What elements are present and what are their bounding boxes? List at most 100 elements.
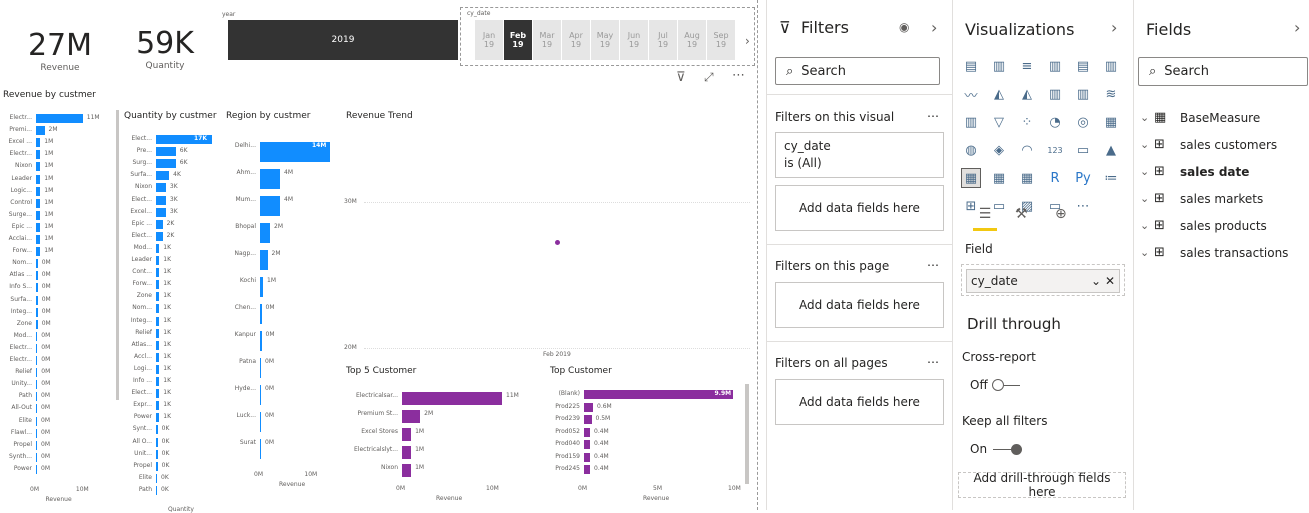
bar[interactable] xyxy=(36,222,41,232)
multi-row-card-icon[interactable]: ▭ xyxy=(1073,140,1093,160)
bar[interactable] xyxy=(260,439,261,459)
top-customer-chart[interactable]: (Blank) 9.9M Prod225 0.6M Prod239 0.5M Prod052… xyxy=(546,386,750,506)
chevron-right-icon[interactable]: › xyxy=(931,18,937,37)
area-chart-icon[interactable]: ◭ xyxy=(989,84,1009,104)
bar[interactable] xyxy=(156,268,160,278)
bar[interactable] xyxy=(36,392,37,402)
line-clustered-column-chart-icon[interactable]: ▥ xyxy=(1073,84,1093,104)
bar[interactable] xyxy=(156,243,160,253)
bar[interactable] xyxy=(36,283,38,293)
bar[interactable] xyxy=(36,271,38,281)
key-influencers-icon[interactable]: ≔ xyxy=(1101,168,1121,188)
bar[interactable] xyxy=(156,449,158,459)
bar[interactable] xyxy=(156,401,160,411)
scatter-chart-icon[interactable]: ⁘ xyxy=(1017,112,1037,132)
field-table-sales-customers[interactable]: ⌄ ⊞ sales customers xyxy=(1140,131,1308,158)
bar[interactable] xyxy=(36,440,37,450)
keep-filters-toggle[interactable]: On xyxy=(970,442,1023,456)
bar[interactable] xyxy=(36,259,38,269)
chevron-down-icon[interactable]: ⌄ xyxy=(1140,138,1154,151)
chevron-down-icon[interactable]: ⌄ xyxy=(1091,274,1101,288)
bar[interactable] xyxy=(156,437,158,447)
bar[interactable] xyxy=(36,186,41,196)
bar[interactable] xyxy=(584,390,733,399)
card-icon[interactable]: 123 xyxy=(1045,140,1065,160)
bar[interactable] xyxy=(156,256,160,265)
month-tile-jun[interactable]: Jun 19 xyxy=(620,20,648,60)
bar[interactable] xyxy=(36,138,41,148)
bar[interactable] xyxy=(402,392,502,405)
bar[interactable] xyxy=(156,328,160,338)
pie-chart-icon[interactable]: ◔ xyxy=(1045,112,1065,132)
bar[interactable] xyxy=(260,223,270,243)
bar[interactable] xyxy=(402,410,421,423)
add-page-fields-dropzone[interactable]: Add data fields here xyxy=(775,282,944,328)
bar[interactable] xyxy=(36,428,37,438)
bar[interactable] xyxy=(36,404,37,414)
bar[interactable] xyxy=(36,464,37,474)
fields-search-input[interactable]: ⌕ Search xyxy=(1138,57,1308,86)
treemap-icon[interactable]: ▦ xyxy=(1101,112,1121,132)
bar[interactable] xyxy=(156,292,160,302)
quantity-by-customer-chart[interactable]: Elect... 17K Pre... 6K Surg... 6K Surfa... 4K Ni… xyxy=(120,126,220,513)
bar[interactable] xyxy=(36,162,41,172)
chevron-down-icon[interactable]: ⌄ xyxy=(1140,192,1154,205)
filled-map-icon[interactable]: ◈ xyxy=(989,140,1009,160)
revenue-by-customer-chart[interactable]: Electr... 11M Premi... 2M Excel ... 1M Electr.… xyxy=(0,104,114,504)
bar[interactable] xyxy=(36,174,41,184)
month-tile-mar[interactable]: Mar 19 xyxy=(533,20,561,60)
format-paint-roller-icon[interactable]: ⚒ xyxy=(1015,206,1028,222)
bar[interactable] xyxy=(260,412,261,432)
fields-tab-icon[interactable]: ☰ xyxy=(973,206,997,231)
bar[interactable] xyxy=(156,364,160,374)
filter-card-cy-date[interactable]: cy_date is (All) xyxy=(775,132,944,178)
funnel-chart-icon[interactable]: ▽ xyxy=(989,112,1009,132)
r-visual-icon[interactable]: R xyxy=(1045,168,1065,188)
bar[interactable] xyxy=(260,196,280,216)
bar[interactable] xyxy=(36,356,38,365)
month-tile-jul[interactable]: Jul 19 xyxy=(649,20,677,60)
bar[interactable] xyxy=(36,198,41,208)
bar[interactable] xyxy=(156,171,170,181)
bar[interactable] xyxy=(156,425,158,435)
line-chart-icon[interactable]: 〰 xyxy=(961,84,981,104)
100-percent-bar-chart-icon[interactable]: ▤ xyxy=(1073,56,1093,76)
bar[interactable] xyxy=(260,277,263,297)
bar[interactable] xyxy=(156,231,163,241)
bar[interactable] xyxy=(156,183,166,193)
bar[interactable] xyxy=(156,413,160,423)
field-table-sales-transactions[interactable]: ⌄ ⊞ sales transactions xyxy=(1140,239,1308,266)
stacked-column-chart-icon[interactable]: ▥ xyxy=(989,56,1009,76)
bar[interactable] xyxy=(156,352,160,362)
bar[interactable] xyxy=(260,169,280,189)
bar[interactable] xyxy=(584,452,590,462)
kpi-icon[interactable]: ▲ xyxy=(1101,140,1121,160)
bar[interactable] xyxy=(156,485,157,495)
filter-icon[interactable]: ⊽ xyxy=(676,70,686,85)
line-column-chart-icon[interactable]: ▥ xyxy=(1045,84,1065,104)
more-visuals-icon[interactable]: ⋯ xyxy=(1073,196,1093,216)
bar[interactable] xyxy=(36,319,38,329)
bar[interactable] xyxy=(36,343,38,353)
scrollbar[interactable] xyxy=(745,384,749,484)
chevron-right-icon[interactable]: › xyxy=(745,34,750,48)
gauge-icon[interactable]: ◠ xyxy=(1017,140,1037,160)
field-well[interactable]: cy_date ⌄ ✕ xyxy=(961,264,1125,296)
bar[interactable] xyxy=(402,428,412,441)
bar[interactable] xyxy=(36,307,38,317)
bar[interactable] xyxy=(156,280,160,290)
bar[interactable] xyxy=(36,380,38,390)
bar[interactable] xyxy=(584,440,590,449)
bar[interactable] xyxy=(36,150,41,160)
python-visual-icon[interactable]: Py xyxy=(1073,168,1093,188)
bar[interactable] xyxy=(36,247,41,257)
bar[interactable] xyxy=(260,304,262,324)
bar[interactable] xyxy=(156,195,166,205)
analytics-magnifier-icon[interactable]: ⊕ xyxy=(1055,206,1067,222)
add-drill-through-dropzone[interactable]: Add drill-through fields here xyxy=(958,471,1126,499)
clustered-bar-chart-icon[interactable]: ≡ xyxy=(1017,56,1037,76)
bar[interactable] xyxy=(402,464,412,477)
chevron-down-icon[interactable]: ⌄ xyxy=(1140,165,1154,178)
month-tile-feb[interactable]: Feb 19 xyxy=(504,20,532,60)
donut-chart-icon[interactable]: ◎ xyxy=(1073,112,1093,132)
